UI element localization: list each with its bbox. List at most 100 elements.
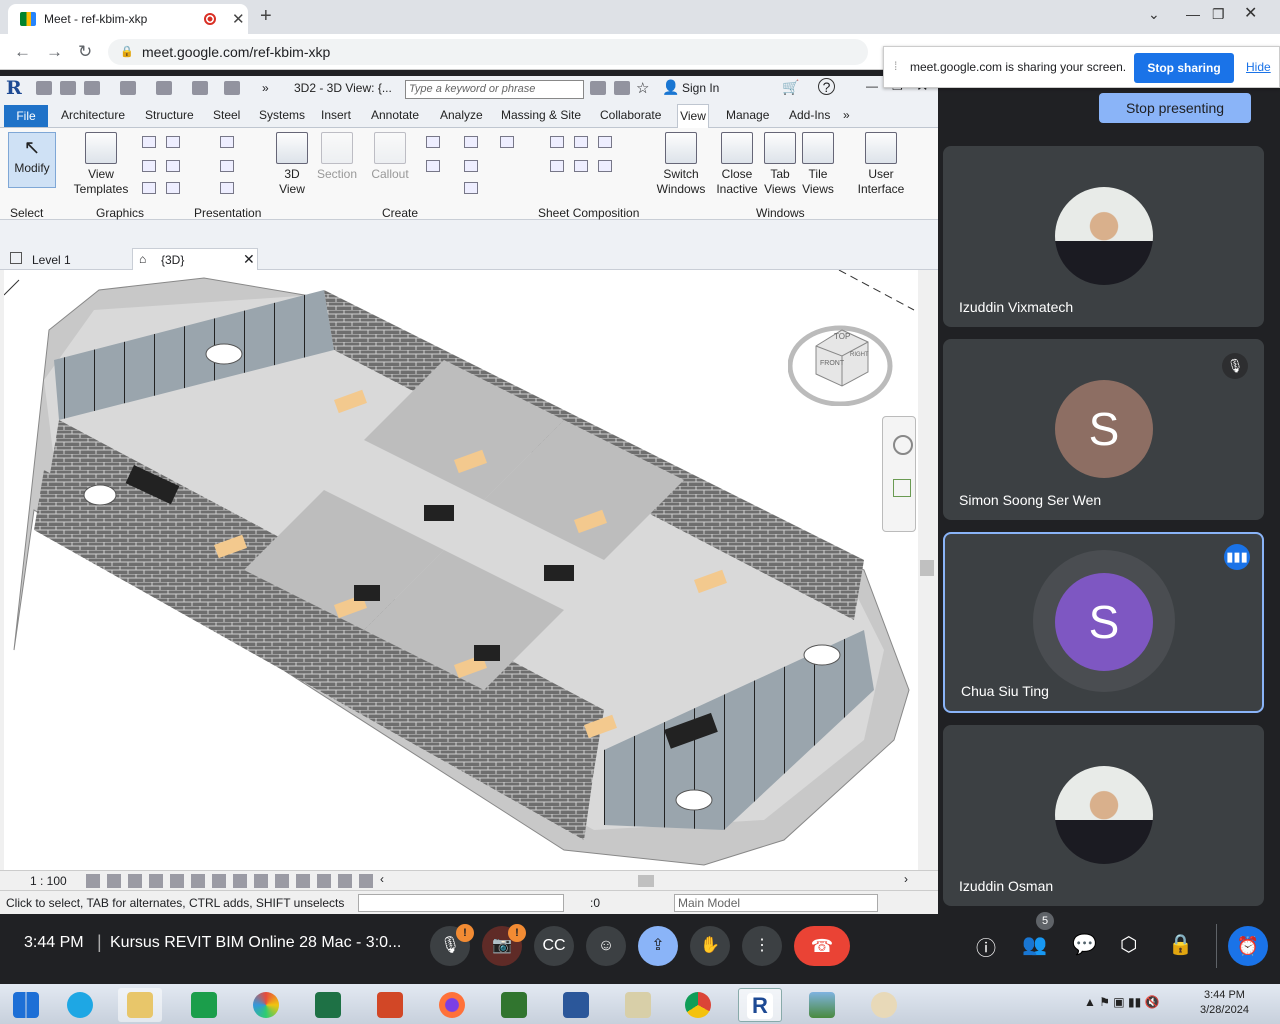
redo-icon[interactable] [156,81,172,95]
taskbar-ie[interactable] [58,988,102,1022]
tab-steel[interactable]: Steel [213,108,240,122]
sync-icon[interactable] [84,81,100,95]
present-button[interactable]: ⇪ [638,926,678,966]
legends-icon[interactable] [464,182,478,194]
tab-insert[interactable]: Insert [321,108,351,122]
drafting-view-icon[interactable] [464,136,478,148]
tab-structure[interactable]: Structure [145,108,194,122]
zoom-region-icon[interactable] [893,479,911,497]
undo-icon[interactable] [120,81,136,95]
steering-wheel-icon[interactable] [893,435,913,455]
participant-tile-4[interactable]: Izuddin Osman [943,725,1264,906]
keyword-search-input[interactable]: Type a keyword or phrase [405,80,584,99]
help-icon[interactable]: ? [818,78,835,95]
restore-icon[interactable]: ❐ [1212,6,1225,23]
tab-view[interactable]: View [677,104,709,128]
tab-systems[interactable]: Systems [259,108,305,122]
leave-call-button[interactable]: ☎ [794,926,850,966]
taskbar-word[interactable] [554,988,598,1022]
alarm-clock-icon[interactable]: ⏰ [1228,926,1268,966]
view-tab-3d[interactable]: ⌂ {3D} ✕ [132,248,258,270]
3d-view-button[interactable]: 3D View [274,132,310,197]
3d-viewport[interactable]: TOP FRONT RIGHT [3,269,918,870]
scroll-right-icon[interactable]: › [904,872,908,886]
cart-icon[interactable]: 🛒 [782,79,799,96]
tab-massing-site[interactable]: Massing & Site [501,108,581,122]
minimize-icon[interactable]: — [1186,6,1200,22]
close-window-icon[interactable]: ✕ [1244,3,1257,23]
modify-button[interactable]: ↖ Modify [8,132,56,188]
taskbar-excel[interactable] [306,988,350,1022]
revisions-icon[interactable] [550,160,564,172]
binoculars-icon[interactable] [590,81,606,95]
taskbar-sheets[interactable] [182,988,226,1022]
start-button[interactable] [4,988,48,1022]
filters-icon[interactable] [166,136,180,148]
taskbar-chrome[interactable] [676,988,720,1022]
switch-windows-button[interactable]: Switch Windows [654,132,708,197]
host-controls-icon[interactable]: 🔒 [1168,932,1193,957]
workset-dropdown[interactable] [358,894,564,912]
view-scale[interactable]: 1 : 100 [30,874,67,888]
activities-icon[interactable]: ⬡ [1120,932,1137,957]
reactions-button[interactable]: ☺ [586,926,626,966]
view-templates-button[interactable]: View Templates [72,132,130,197]
tab-search-icon[interactable]: ⌄ [1148,6,1160,23]
taskbar-app[interactable] [244,988,288,1022]
taskbar-firefox[interactable] [430,988,474,1022]
forward-icon[interactable]: → [46,42,63,62]
url-field[interactable]: 🔒 meet.google.com/ref-kbim-xkp [108,39,868,65]
tab-collaborate[interactable]: Collaborate [600,108,661,122]
view-cube[interactable]: TOP FRONT RIGHT [787,316,894,407]
stop-presenting-button[interactable]: Stop presenting [1099,93,1251,123]
star-icon[interactable]: ☆ [636,79,649,97]
main-model-dropdown[interactable]: Main Model [674,894,878,912]
callout-button[interactable]: Callout [366,132,414,182]
tab-views-button[interactable]: Tab Views [762,132,798,197]
info-icon[interactable]: ⓘ [976,932,996,961]
tab-add-ins[interactable]: Add-Ins [789,108,830,122]
guide-grid-icon[interactable] [574,160,588,172]
thin-lines-icon[interactable] [142,160,156,172]
back-icon[interactable]: ← [14,42,31,62]
drag-handle-icon[interactable]: ⁞ [894,59,897,73]
elevation-icon[interactable] [426,160,440,172]
visibility-graphics-icon[interactable] [142,136,156,148]
user-interface-button[interactable]: User Interface [854,132,908,197]
reload-icon[interactable]: ↻ [78,42,92,62]
scroll-left-icon[interactable]: ‹ [380,872,384,886]
tab-annotate[interactable]: Annotate [371,108,419,122]
sheet-icon[interactable] [550,136,564,148]
participant-tile-1[interactable]: Izuddin Vixmatech [943,146,1264,327]
render-cloud-icon[interactable] [220,160,234,172]
titleblock-icon[interactable] [574,136,588,148]
presentation-icon[interactable] [220,182,234,194]
close-view-tab-icon[interactable]: ✕ [243,251,255,268]
ribbon-more-icon[interactable]: » [843,108,850,122]
tab-file[interactable]: File [4,105,48,127]
stop-sharing-button[interactable]: Stop sharing [1134,53,1234,83]
view-control-icons[interactable] [86,874,376,888]
close-inactive-button[interactable]: Close Inactive [714,132,760,197]
taskbar-powerpoint[interactable] [368,988,412,1022]
taskbar-explorer[interactable] [118,988,162,1022]
place-view-icon[interactable] [598,136,612,148]
browser-tab[interactable]: Meet - ref-kbim-xkp ✕ [8,4,248,34]
duplicate-view-icon[interactable] [464,160,478,172]
new-tab-icon[interactable]: + [260,5,272,28]
tab-architecture[interactable]: Architecture [61,108,125,122]
schedules-icon[interactable] [500,136,514,148]
taskbar-paper-app[interactable] [616,988,660,1022]
select-dropdown[interactable]: Select [10,206,43,220]
taskbar-project[interactable] [492,988,536,1022]
tab-analyze[interactable]: Analyze [440,108,483,122]
measure-icon[interactable] [224,81,240,95]
plan-views-icon[interactable] [426,136,440,148]
chat-icon[interactable]: 💬 [1072,932,1097,957]
h-scroll-thumb[interactable] [638,875,654,887]
view-tab-level-1[interactable]: Level 1 [4,250,130,270]
participant-tile-2[interactable]: S 🎙 Simon Soong Ser Wen [943,339,1264,520]
render-gallery-icon[interactable] [220,136,234,148]
print-icon[interactable] [192,81,208,95]
revit-logo-icon[interactable]: R [6,77,22,99]
